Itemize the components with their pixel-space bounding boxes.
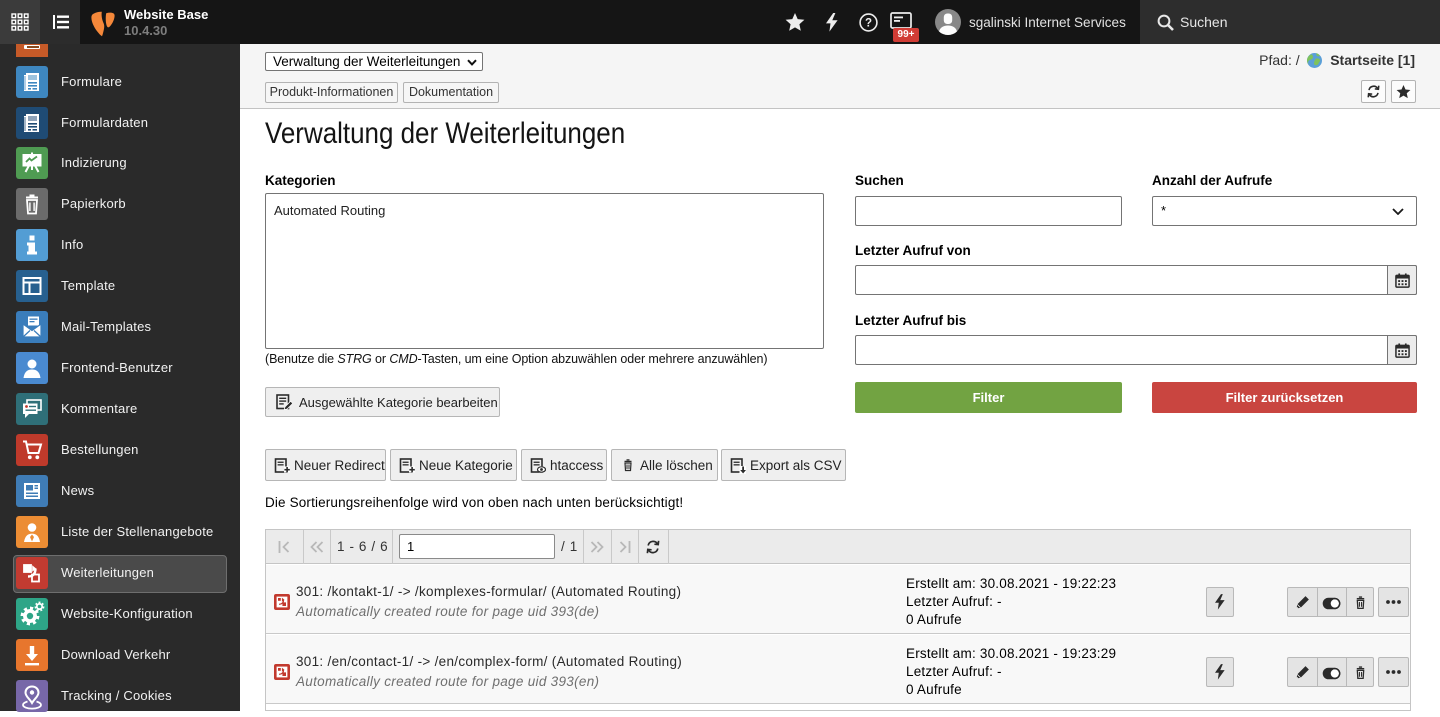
svg-text:?: ? [865, 18, 872, 30]
